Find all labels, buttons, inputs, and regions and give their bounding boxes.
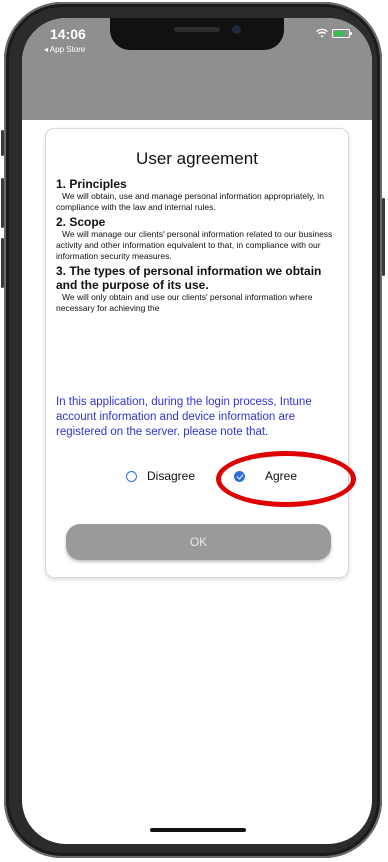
section-heading: 3. The types of personal information we … — [56, 264, 322, 292]
disagree-radio[interactable] — [126, 470, 137, 482]
login-notice: In this application, during the login pr… — [56, 396, 312, 438]
phone-frame: 14:06 ◂ App Store User agreement 1. Prin… — [1, 2, 385, 858]
section-heading: 2. Scope — [56, 215, 106, 229]
screen: 14:06 ◂ App Store User agreement 1. Prin… — [22, 18, 372, 844]
disagree-label: Disagree — [147, 469, 196, 483]
wifi-icon — [316, 28, 328, 38]
section-body: We will manage our clients' personal inf… — [56, 229, 333, 261]
power-button — [382, 198, 385, 276]
home-indicator[interactable] — [150, 828, 246, 832]
section-body: We will only obtain and use our clients'… — [56, 292, 313, 313]
user-agreement-dialog: User agreement 1. Principles We will obt… — [46, 129, 356, 577]
ok-button[interactable]: OK — [66, 524, 331, 560]
disagree-option[interactable]: Disagree — [126, 469, 195, 483]
volume-down-button — [1, 238, 4, 288]
battery-icon — [332, 28, 352, 38]
speaker-grille — [174, 27, 220, 32]
terms-scroll-area[interactable]: 1. Principles We will obtain, use and ma… — [56, 177, 338, 389]
back-to-app-store-link[interactable]: ◂ App Store — [44, 45, 85, 54]
notch — [110, 18, 284, 50]
mute-switch — [1, 130, 4, 156]
highlight-annotation-circle — [216, 451, 356, 507]
camera-icon — [232, 25, 241, 34]
section-body: We will obtain, use and manage personal … — [56, 191, 324, 212]
section-heading: 1. Principles — [56, 177, 127, 191]
volume-up-button — [1, 178, 4, 228]
status-icons — [316, 28, 352, 38]
dialog-title: User agreement — [136, 149, 258, 168]
status-time: 14:06 — [50, 26, 86, 42]
